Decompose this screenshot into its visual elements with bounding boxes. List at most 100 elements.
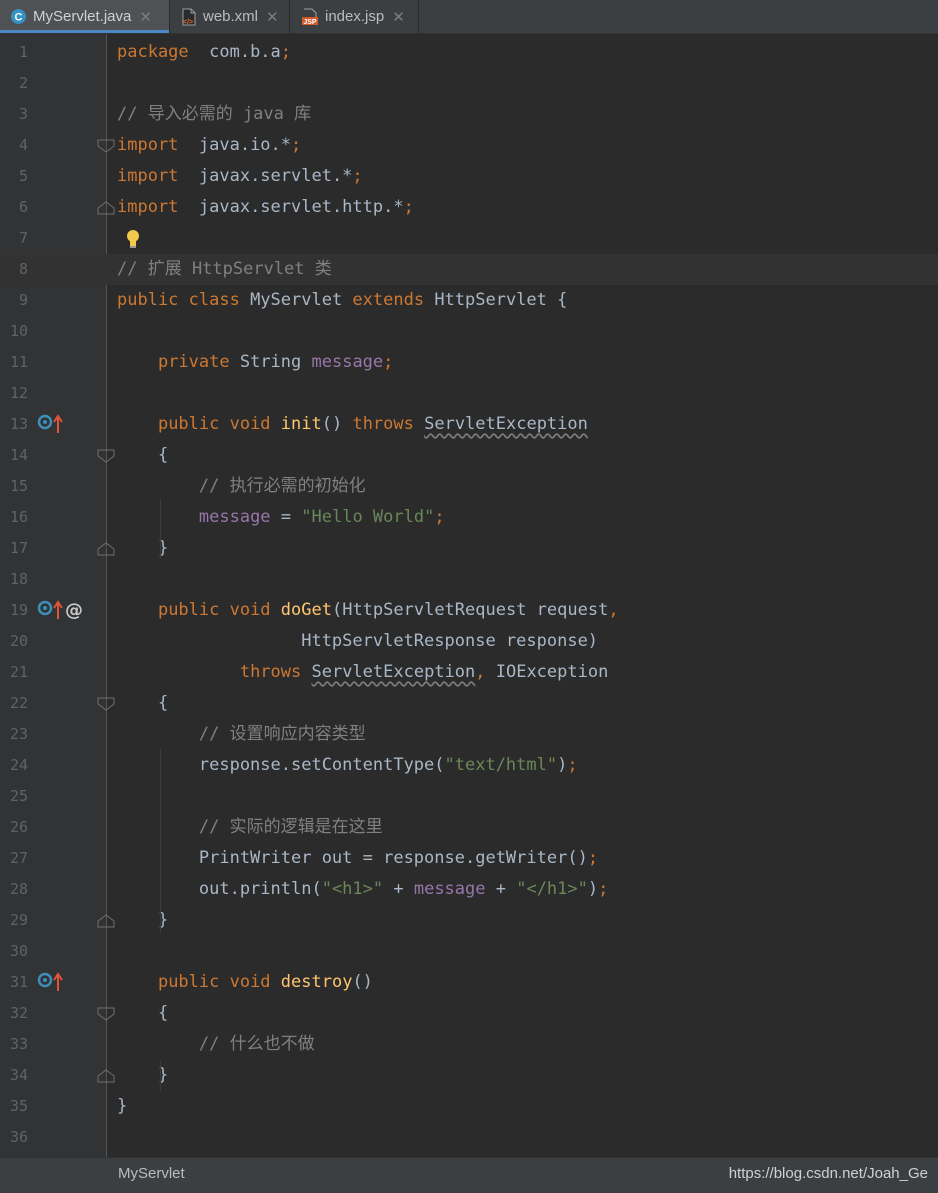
code-text[interactable]: import javax.servlet.*; <box>117 161 363 192</box>
line-number: 8 <box>18 260 28 278</box>
code-text[interactable]: private String message; <box>117 347 393 378</box>
code-line[interactable]: 18 <box>0 564 938 595</box>
code-line[interactable]: 6 import javax.servlet.http.*; <box>0 192 938 223</box>
code-text[interactable]: public class MyServlet extends HttpServl… <box>117 285 567 316</box>
watermark-text: https://blog.csdn.net/Joah_Ge <box>728 1165 928 1182</box>
tab-myservlet-java[interactable]: C MyServlet.java ✕ <box>0 0 170 33</box>
code-text[interactable]: public void doGet(HttpServletRequest req… <box>117 595 619 626</box>
code-line[interactable]: 25 <box>0 781 938 812</box>
code-text[interactable]: HttpServletResponse response) <box>117 626 598 657</box>
code-line[interactable]: 31 public void destroy() <box>0 967 938 998</box>
line-number: 2 <box>18 74 28 92</box>
code-text[interactable]: public void init() throws ServletExcepti… <box>117 409 588 440</box>
override-circle-icon[interactable] <box>37 600 53 616</box>
code-line[interactable]: 23 // 设置响应内容类型 <box>0 719 938 750</box>
code-line[interactable]: 22 { <box>0 688 938 719</box>
tab-web-xml[interactable]: </> web.xml ✕ <box>171 0 290 33</box>
code-text[interactable]: // 导入必需的 java 库 <box>117 99 311 130</box>
code-line[interactable]: 33 // 什么也不做 <box>0 1029 938 1060</box>
implements-up-arrow-icon[interactable] <box>53 414 63 434</box>
status-bar: MyServlet https://blog.csdn.net/Joah_Ge <box>0 1157 938 1193</box>
breadcrumb[interactable]: MyServlet <box>118 1165 185 1182</box>
tab-index-jsp[interactable]: JSP index.jsp ✕ <box>291 0 419 33</box>
code-line[interactable]: 30 <box>0 936 938 967</box>
code-line[interactable]: 14 { <box>0 440 938 471</box>
code-line[interactable]: 10 <box>0 316 938 347</box>
code-text[interactable]: message = "Hello World"; <box>117 502 445 533</box>
code-line[interactable]: 24 response.setContentType("text/html"); <box>0 750 938 781</box>
code-text[interactable]: public void destroy() <box>117 967 373 998</box>
code-line[interactable]: 27 PrintWriter out = response.getWriter(… <box>0 843 938 874</box>
code-line[interactable]: 15 // 执行必需的初始化 <box>0 471 938 502</box>
code-token: ; <box>567 755 578 775</box>
code-line[interactable]: 4 import java.io.*; <box>0 130 938 161</box>
code-editor[interactable]: 1 package com.b.a; 2 3// 导入必需的 java 库 4 impor… <box>0 34 938 1157</box>
code-line[interactable]: 13 public void init() throws ServletExce… <box>0 409 938 440</box>
code-text[interactable]: throws ServletException, IOException <box>117 657 609 688</box>
code-token: // 扩展 HttpServlet 类 <box>117 259 332 279</box>
code-line[interactable]: 19 public void doGet(HttpServletRequest … <box>0 595 938 626</box>
code-line[interactable]: 16 message = "Hello World"; <box>0 502 938 533</box>
code-line[interactable]: 32 { <box>0 998 938 1029</box>
code-line[interactable]: 36 <box>0 1122 938 1153</box>
code-text[interactable]: { <box>117 440 168 471</box>
override-circle-icon[interactable] <box>37 414 53 430</box>
code-token: java.io.* <box>178 135 292 155</box>
fold-collapse-icon[interactable] <box>97 448 115 467</box>
code-text[interactable]: } <box>117 1091 127 1122</box>
code-text[interactable]: out.println("<h1>" + message + "</h1>"); <box>117 874 609 905</box>
code-line[interactable]: 20 HttpServletResponse response) <box>0 626 938 657</box>
code-text[interactable]: // 扩展 HttpServlet 类 <box>117 254 332 285</box>
code-line[interactable]: 28 out.println("<h1>" + message + "</h1>… <box>0 874 938 905</box>
fold-collapse-icon[interactable] <box>97 1006 115 1025</box>
code-text[interactable]: package com.b.a; <box>117 37 291 68</box>
close-icon[interactable]: ✕ <box>266 8 279 26</box>
xml-file-icon: </> <box>181 8 197 26</box>
close-icon[interactable]: ✕ <box>139 8 152 26</box>
code-line[interactable]: 34 } <box>0 1060 938 1091</box>
fold-end-icon[interactable] <box>97 200 115 219</box>
code-line[interactable]: 35} <box>0 1091 938 1122</box>
fold-end-icon[interactable] <box>97 1068 115 1087</box>
code-line[interactable]: 5 import javax.servlet.*; <box>0 161 938 192</box>
code-text[interactable]: // 执行必需的初始化 <box>117 471 366 502</box>
code-token: ; <box>434 507 445 527</box>
code-line[interactable]: 2 <box>0 68 938 99</box>
code-line[interactable]: 29 } <box>0 905 938 936</box>
fold-end-icon[interactable] <box>97 913 115 932</box>
code-line[interactable]: 17 } <box>0 533 938 564</box>
code-line[interactable]: 3 // 导入必需的 java 库 <box>0 99 938 130</box>
annotation-at-icon[interactable]: @ <box>64 600 84 620</box>
code-line[interactable]: 1 package com.b.a; <box>0 37 938 68</box>
fold-end-icon[interactable] <box>97 541 115 560</box>
code-line[interactable]: 11 private String message; <box>0 347 938 378</box>
code-line[interactable]: 26 // 实际的逻辑是在这里 <box>0 812 938 843</box>
implements-up-arrow-icon[interactable] <box>53 600 63 620</box>
code-text[interactable]: import java.io.*; <box>117 130 301 161</box>
implements-up-arrow-icon[interactable] <box>53 972 63 992</box>
line-number: 33 <box>9 1035 28 1053</box>
code-text[interactable]: import javax.servlet.http.*; <box>117 192 414 223</box>
fold-collapse-icon[interactable] <box>97 696 115 715</box>
code-text[interactable]: // 什么也不做 <box>117 1029 315 1060</box>
code-text[interactable]: response.setContentType("text/html"); <box>117 750 578 781</box>
code-text[interactable]: // 设置响应内容类型 <box>117 719 366 750</box>
lightbulb-icon[interactable] <box>125 229 141 253</box>
code-line[interactable]: 9 public class MyServlet extends HttpServ… <box>0 285 938 316</box>
code-line[interactable]: 21 throws ServletException, IOException <box>0 657 938 688</box>
code-token: import <box>117 166 179 186</box>
close-icon[interactable]: ✕ <box>392 8 405 26</box>
code-text[interactable]: { <box>117 688 168 719</box>
override-circle-icon[interactable] <box>37 972 53 988</box>
code-token: package <box>117 42 189 62</box>
fold-collapse-icon[interactable] <box>97 138 115 157</box>
line-number: 17 <box>9 539 28 557</box>
code-text[interactable]: { <box>117 998 168 1029</box>
code-text[interactable]: // 实际的逻辑是在这里 <box>117 812 383 843</box>
code-line[interactable]: 12 <box>0 378 938 409</box>
svg-text:JSP: JSP <box>303 19 317 26</box>
code-line[interactable]: 8 // 扩展 HttpServlet 类 <box>0 254 938 285</box>
code-text[interactable]: PrintWriter out = response.getWriter(); <box>117 843 598 874</box>
